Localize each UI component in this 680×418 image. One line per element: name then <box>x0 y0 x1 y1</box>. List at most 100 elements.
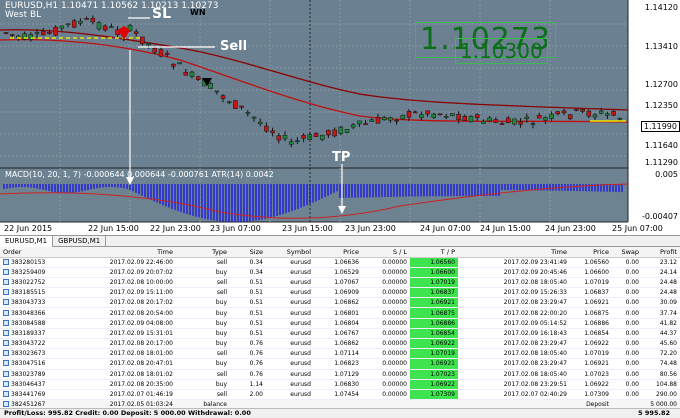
col-sl[interactable]: S / L <box>362 247 410 258</box>
table-cell: 1.06529 <box>314 267 362 278</box>
table-cell: 1.07019 <box>410 348 458 360</box>
table-cell: 2017.02.08 23:29:47 <box>458 338 570 350</box>
candle-body <box>381 116 387 121</box>
table-cell: 1.07114 <box>314 348 362 360</box>
price-label-7: 1.11290 <box>644 158 678 167</box>
table-cell: 2017.02.08 20:35:00 <box>66 379 176 390</box>
candle-body <box>493 119 499 123</box>
col-close-time[interactable]: Time <box>458 247 570 258</box>
table-row[interactable]: 383023789 2017.02.08 18:01:02 sell 0.76 euru… <box>0 369 680 380</box>
col-type[interactable]: Type <box>176 247 230 258</box>
table-cell: 0.00000 <box>362 338 410 350</box>
table-cell: 0.00 <box>612 379 642 390</box>
table-cell: sell <box>176 369 230 380</box>
table-row[interactable]: 383189337 2017.02.09 15:31:01 buy 0.51 eurus… <box>0 328 680 340</box>
candle-body <box>443 115 449 118</box>
table-cell: 1.06922 <box>570 338 612 350</box>
candle-body <box>59 25 65 29</box>
table-cell: 0.51 <box>230 277 266 289</box>
candle-body <box>152 47 158 53</box>
table-cell: 0.00 <box>612 328 642 340</box>
sell-annotation: Sell <box>220 39 248 54</box>
table-cell: 2017.02.08 20:47:01 <box>66 358 176 370</box>
price-label-2: 1.13410 <box>644 42 678 51</box>
cell-text: 383022752 <box>11 278 46 286</box>
table-cell: 383048366 <box>0 307 66 319</box>
table-cell: 1.06804 <box>314 318 362 329</box>
order-icon <box>3 258 9 265</box>
order-icon <box>3 350 9 357</box>
price-chart-svg[interactable] <box>0 0 680 235</box>
table-cell: 30.09 <box>642 297 680 309</box>
table-row[interactable]: 383023673 2017.02.08 18:01:00 sell 0.76 euru… <box>0 348 680 360</box>
table-cell: 383043733 <box>0 297 66 309</box>
table-row[interactable]: 383043722 2017.02.08 20:17:00 buy 0.76 eurus… <box>0 338 680 350</box>
table-cell: buy <box>176 307 230 319</box>
table-row[interactable]: 383047516 2017.02.08 20:47:01 buy 0.76 eurus… <box>0 358 680 370</box>
table-cell: 2017.02.08 18:01:00 <box>66 348 176 360</box>
candle-body <box>598 110 604 114</box>
col-order[interactable]: Order <box>0 247 66 258</box>
candle-body <box>189 71 195 77</box>
order-icon <box>3 309 9 316</box>
time-label-10: 25 Jun 07:00 <box>612 224 663 233</box>
cell-text: 383259409 <box>11 268 46 276</box>
table-cell: 1.06600 <box>570 267 612 278</box>
table-cell: 383047516 <box>0 358 66 370</box>
table-cell: 0.51 <box>230 297 266 309</box>
candle-body <box>78 21 83 24</box>
col-size[interactable]: Size <box>230 247 266 258</box>
tab-gbpusd[interactable]: GBPUSD,M1 <box>53 236 107 247</box>
table-cell: 2017.02.09 16:18:43 <box>458 328 570 340</box>
table-row[interactable]: 383259409 2017.02.09 20:07:02 buy 0.34 eurus… <box>0 267 680 278</box>
table-cell: 383280153 <box>0 257 66 268</box>
cell-text: 383280153 <box>11 258 46 266</box>
table-row[interactable]: 383046437 2017.02.08 20:35:00 buy 1.14 eurus… <box>0 379 680 390</box>
col-time[interactable]: Time <box>66 247 176 258</box>
candle-body <box>177 62 182 65</box>
table-cell: 2017.02.08 18:05:40 <box>458 369 570 380</box>
table-cell: 2017.02.09 15:26:33 <box>458 287 570 299</box>
table-cell: 1.06921 <box>410 297 458 309</box>
col-close-price[interactable]: Price <box>570 247 612 258</box>
candle-body <box>363 123 368 125</box>
col-tp[interactable]: T / P <box>410 247 458 258</box>
candle-body <box>586 110 592 117</box>
candle-body <box>338 126 344 134</box>
candle-body <box>276 135 282 141</box>
table-row[interactable]: 383185515 2017.02.09 15:11:00 sell 0.51 euru… <box>0 287 680 299</box>
chart-area[interactable]: EURUSD,H1 1.10471 1.10562 1.10213 1.1027… <box>0 0 680 235</box>
col-price[interactable]: Price <box>314 247 362 258</box>
table-row[interactable]: 383441769 2017.02.07 01:46:19 sell 2.00 euru… <box>0 389 680 401</box>
current-price-tag: 1.11990 <box>640 121 680 132</box>
table-cell: 1.14 <box>230 379 266 390</box>
table-cell: 1.07309 <box>410 389 458 401</box>
table-cell: 1.06921 <box>570 297 612 309</box>
table-cell: 0.51 <box>230 287 266 299</box>
col-swap[interactable]: Swap <box>612 247 642 258</box>
table-cell: 383084588 <box>0 318 66 329</box>
time-label-4: 23 Jun 07:00 <box>210 224 261 233</box>
table-cell: eurusd <box>266 338 314 350</box>
table-cell: 0.00000 <box>362 318 410 329</box>
col-symbol[interactable]: Symbol <box>266 247 314 258</box>
col-profit[interactable]: Profit <box>642 247 680 258</box>
table-cell: eurusd <box>266 267 314 278</box>
table-row[interactable]: 383280153 2017.02.09 22:46:00 sell 0.34 euru… <box>0 257 680 268</box>
table-cell: eurusd <box>266 297 314 309</box>
candle-body <box>65 23 71 25</box>
table-cell: 0.00000 <box>362 348 410 360</box>
candle-body <box>400 114 406 120</box>
table-row[interactable]: 383084588 2017.02.09 04:08:00 buy 0.51 eurus… <box>0 318 680 329</box>
table-cell: 1.07023 <box>410 369 458 380</box>
tab-eurusd[interactable]: EURUSD,M1 <box>0 236 54 247</box>
table-cell: 0.76 <box>230 338 266 350</box>
table-cell: 1.06922 <box>410 379 458 390</box>
cell-text: 383441769 <box>11 391 46 399</box>
time-label-6: 23 Jun 23:00 <box>345 224 396 233</box>
table-row[interactable]: 383048366 2017.02.08 20:54:00 buy 0.51 eurus… <box>0 307 680 319</box>
table-row[interactable]: 383022752 2017.02.08 10:00:00 sell 0.51 euru… <box>0 277 680 289</box>
candle-body <box>313 133 319 138</box>
table-cell: 2017.02.08 20:54:00 <box>66 307 176 319</box>
table-row[interactable]: 383043733 2017.02.08 20:17:02 buy 0.51 eurus… <box>0 297 680 309</box>
